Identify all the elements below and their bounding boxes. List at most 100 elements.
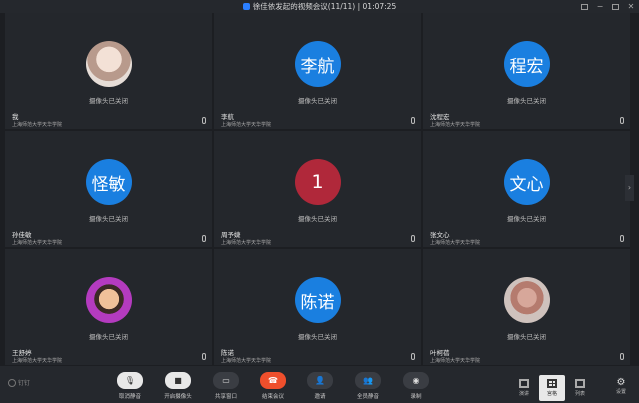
participant-name: 张文心 xyxy=(430,231,450,239)
next-page-arrow-icon[interactable]: › xyxy=(625,175,634,201)
avatar xyxy=(85,277,132,323)
participant-org: 上海师范大学天华学院 xyxy=(12,358,63,364)
settings-button[interactable]: ⚙ 设置 xyxy=(612,377,630,395)
window-controls: − ✕ xyxy=(581,0,635,13)
participant-tile[interactable]: 陈诺 摄像头已关闭 陈诺 上海师范大学天华学院 xyxy=(214,249,421,365)
participant-org: 上海师范大学天华学院 xyxy=(430,122,481,128)
mic-icon xyxy=(411,117,415,124)
participant-name: 李航 xyxy=(221,113,234,121)
camera-on-label: 开启摄像头 xyxy=(164,394,192,400)
camera-off-label: 摄像头已关闭 xyxy=(507,215,546,223)
participant-tile[interactable]: 李航 摄像头已关闭 李航 上海师范大学天华学院 xyxy=(214,13,421,129)
participant-org: 上海师范大学天华学院 xyxy=(12,240,63,246)
mic-icon xyxy=(202,235,206,242)
brand-text: 钉钉 xyxy=(18,380,31,387)
participant-name: 叶柯蓓 xyxy=(430,349,450,357)
participant-org: 上海师范大学天华学院 xyxy=(430,358,481,364)
window-title: 徐佳依发起的视频会议(11/11) | 01:07:25 xyxy=(252,2,397,11)
avatar: 李航 xyxy=(294,41,341,87)
participant-tile[interactable]: 1 摄像头已关闭 周予婕 上海师范大学天华学院 xyxy=(214,131,421,247)
share-window-label: 共享窗口 xyxy=(214,394,237,400)
layout-grid-button[interactable]: 宫格 xyxy=(539,375,565,401)
share-window-button[interactable]: ▭ 共享窗口 xyxy=(206,369,246,402)
mic-icon xyxy=(202,353,206,360)
mute-all-button[interactable]: 👥 全员静音 xyxy=(348,369,388,402)
invite-label: 邀请 xyxy=(314,394,326,400)
camera-off-label: 摄像头已关闭 xyxy=(89,333,128,341)
layout-switcher: 演讲 宫格 列表 xyxy=(511,375,593,401)
mic-icon xyxy=(411,235,415,242)
layout-grid-label: 宫格 xyxy=(546,391,557,397)
record-label: 录制 xyxy=(410,394,422,400)
layout-speaker-button[interactable]: 演讲 xyxy=(511,375,537,401)
camera-off-label: 摄像头已关闭 xyxy=(507,333,546,341)
participant-tile[interactable]: 程宏 摄像头已关闭 沈程宏 上海师范大学天华学院 xyxy=(423,13,630,129)
participant-name: 王舒婷 xyxy=(12,349,32,357)
avatar-text: 李航 xyxy=(300,56,335,77)
participant-org: 上海师范大学天华学院 xyxy=(430,240,481,246)
mute-all-label: 全员静音 xyxy=(356,394,379,400)
avatar xyxy=(503,277,550,323)
invite-button[interactable]: 👤 邀请 xyxy=(300,369,340,402)
minimize-icon[interactable]: − xyxy=(596,2,604,11)
title-bar: 徐佳依发起的视频会议(11/11) | 01:07:25 − ✕ xyxy=(0,0,639,13)
mic-icon xyxy=(202,117,206,124)
participant-name: 我 xyxy=(12,113,19,121)
participant-name: 沈程宏 xyxy=(430,113,450,121)
mic-muted-icon: 🎙 xyxy=(117,372,143,389)
layout-list-label: 列表 xyxy=(574,391,585,397)
avatar: 文心 xyxy=(503,159,550,205)
participant-tile[interactable]: 摄像头已关闭 我 上海师范大学天华学院 xyxy=(5,13,212,129)
avatar: 1 xyxy=(294,159,341,205)
avatar-text: 程宏 xyxy=(509,56,544,77)
record-icon: ◉ xyxy=(403,372,429,389)
gear-icon: ⚙ xyxy=(616,377,626,388)
participant-tile[interactable]: 文心 摄像头已关闭 张文心 上海师范大学天华学院 xyxy=(423,131,630,247)
participant-tile[interactable]: 怪敏 摄像头已关闭 孙佳敏 上海师范大学天华学院 xyxy=(5,131,212,247)
mic-icon xyxy=(411,353,415,360)
camera-off-label: 摄像头已关闭 xyxy=(507,97,546,105)
camera-off-icon: ■ xyxy=(165,372,191,389)
participant-org: 上海师范大学天华学院 xyxy=(12,122,63,128)
participant-org: 上海师范大学天华学院 xyxy=(221,122,272,128)
video-grid: 摄像头已关闭 我 上海师范大学天华学院 李航 摄像头已关闭 李航 上海师范大学天… xyxy=(5,13,630,366)
avatar: 怪敏 xyxy=(85,159,132,205)
participant-tile[interactable]: 摄像头已关闭 王舒婷 上海师范大学天华学院 xyxy=(5,249,212,365)
camera-off-label: 摄像头已关闭 xyxy=(298,215,337,223)
settings-label: 设置 xyxy=(615,389,626,395)
camera-off-label: 摄像头已关闭 xyxy=(298,333,337,341)
fullscreen-icon[interactable] xyxy=(581,3,588,10)
grid-layout-icon xyxy=(547,379,557,388)
participant-name: 孙佳敏 xyxy=(12,231,32,239)
camera-on-button[interactable]: ■ 开启摄像头 xyxy=(158,369,198,402)
maximize-icon[interactable] xyxy=(612,3,619,10)
avatar-text: 陈诺 xyxy=(300,292,335,313)
lock-icon xyxy=(242,3,250,10)
list-layout-icon xyxy=(575,379,585,388)
end-meeting-label: 结束会议 xyxy=(261,394,284,400)
mic-icon xyxy=(620,235,624,242)
layout-speaker-label: 演讲 xyxy=(518,391,529,397)
avatar-text: 怪敏 xyxy=(91,174,126,195)
invite-icon: 👤 xyxy=(307,372,333,389)
avatar: 陈诺 xyxy=(294,277,341,323)
hangup-icon: ☎ xyxy=(260,372,286,389)
unmute-button[interactable]: 🎙 取消静音 xyxy=(110,369,150,402)
close-icon[interactable]: ✕ xyxy=(627,2,635,11)
record-button[interactable]: ◉ 录制 xyxy=(396,369,436,402)
avatar: 程宏 xyxy=(503,41,550,87)
layout-list-button[interactable]: 列表 xyxy=(567,375,593,401)
window-title-wrap: 徐佳依发起的视频会议(11/11) | 01:07:25 xyxy=(0,0,639,13)
mic-icon xyxy=(620,117,624,124)
camera-off-label: 摄像头已关闭 xyxy=(89,97,128,105)
avatar-text: 文心 xyxy=(509,174,544,195)
participant-name: 周予婕 xyxy=(221,231,241,239)
dingtalk-icon xyxy=(8,379,16,387)
meeting-toolbar: 钉钉 🎙 取消静音 ■ 开启摄像头 ▭ 共享窗口 ☎ 结束会议 👤 邀请 👥 全… xyxy=(0,366,639,403)
participant-name: 陈诺 xyxy=(221,349,234,357)
end-meeting-button[interactable]: ☎ 结束会议 xyxy=(253,369,293,402)
unmute-label: 取消静音 xyxy=(118,394,141,400)
participant-org: 上海师范大学天华学院 xyxy=(221,240,272,246)
brand-logo: 钉钉 xyxy=(8,378,30,387)
participant-tile[interactable]: 摄像头已关闭 叶柯蓓 上海师范大学天华学院 xyxy=(423,249,630,365)
